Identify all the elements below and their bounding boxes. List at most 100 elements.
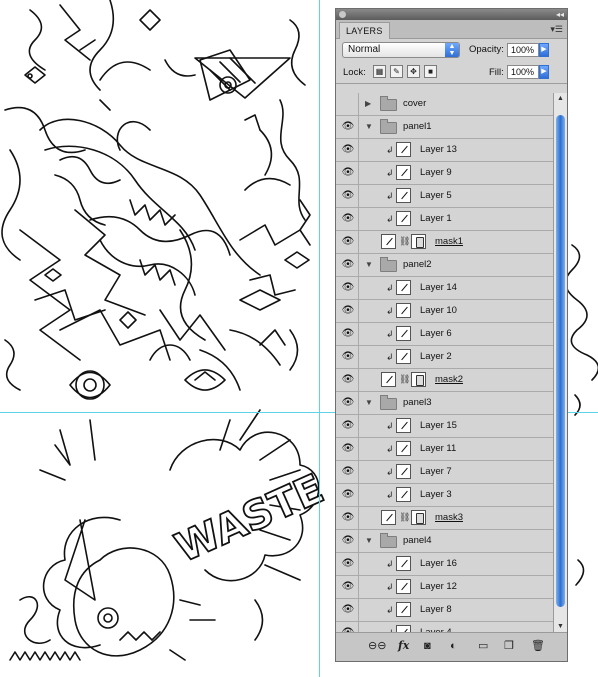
layer-thumbnail[interactable] [396, 280, 411, 295]
visibility-eye-icon[interactable]: 👁 [338, 162, 359, 184]
panel-menu-icon[interactable]: ▾☰ [550, 24, 563, 35]
visibility-eye-icon[interactable]: 👁 [338, 530, 359, 552]
lock-all-icon[interactable]: ■ [424, 65, 437, 78]
vector-mask-thumbnail[interactable] [411, 234, 426, 249]
layer-row[interactable]: 👁 ↲ Layer 2 [336, 346, 553, 369]
layer-thumbnail[interactable] [396, 556, 411, 571]
blend-mode-select[interactable]: Normal ▲ ▼ [342, 42, 460, 58]
layer-thumbnail[interactable] [396, 188, 411, 203]
visibility-eye-icon[interactable]: 👁 [338, 599, 359, 621]
link-layers-icon[interactable]: ⊖⊖ [368, 640, 386, 652]
new-group-icon[interactable]: ▭ [478, 640, 488, 652]
layer-row[interactable]: 👁 ↲ Layer 1 [336, 208, 553, 231]
layer-row[interactable]: 👁 ↲ Layer 16 [336, 553, 553, 576]
layer-thumbnail[interactable] [396, 211, 411, 226]
disclosure-open-icon[interactable]: ▼ [365, 260, 373, 269]
layer-row[interactable]: 👁 ↲ Layer 3 [336, 484, 553, 507]
visibility-eye-icon[interactable]: 👁 [338, 93, 359, 115]
layer-thumbnail[interactable] [396, 579, 411, 594]
disclosure-open-icon[interactable]: ▼ [365, 536, 373, 545]
opacity-field[interactable]: 100% [507, 43, 539, 57]
layer-row[interactable]: 👁 ↲ Layer 12 [336, 576, 553, 599]
layer-row[interactable]: 👁 ↲ Layer 8 [336, 599, 553, 622]
visibility-eye-icon[interactable]: 👁 [338, 484, 359, 506]
layer-thumbnail[interactable] [396, 349, 411, 364]
layer-row[interactable]: 👁 ↲ Layer 13 [336, 139, 553, 162]
visibility-eye-icon[interactable]: 👁 [338, 438, 359, 460]
fill-slider-button[interactable]: ▶ [539, 65, 549, 79]
visibility-eye-icon[interactable]: 👁 [338, 507, 359, 529]
layer-thumbnail[interactable] [396, 602, 411, 617]
tab-layers[interactable]: LAYERS [339, 22, 390, 39]
fill-field[interactable]: 100% [507, 65, 539, 79]
collapse-icon[interactable]: ◂◂ [556, 10, 564, 19]
layer-group-row[interactable]: 👁 ▼ panel2 [336, 254, 553, 277]
panel-titlebar[interactable]: ◂◂ [336, 9, 567, 20]
layer-group-row[interactable]: 👁 ▼ panel4 [336, 530, 553, 553]
visibility-eye-icon[interactable]: 👁 [338, 231, 359, 253]
layer-thumbnail[interactable] [381, 234, 396, 249]
layer-thumbnail[interactable] [396, 165, 411, 180]
layer-list-scrollbar[interactable]: ▲ ▼ [553, 93, 567, 633]
visibility-eye-icon[interactable]: 👁 [338, 116, 359, 138]
mask-link-icon[interactable]: ⛓ [399, 512, 410, 523]
trash-icon[interactable]: 🗑 [531, 640, 545, 652]
mask-link-icon[interactable]: ⛓ [399, 236, 410, 247]
layer-thumbnail[interactable] [396, 464, 411, 479]
adjustment-layer-icon[interactable]: ◐ [450, 640, 457, 652]
layer-row[interactable]: 👁 ↲ Layer 14 [336, 277, 553, 300]
visibility-eye-icon[interactable]: 👁 [338, 139, 359, 161]
visibility-eye-icon[interactable]: 👁 [338, 300, 359, 322]
layer-group-row[interactable]: 👁 ▶ cover [336, 93, 553, 116]
layer-thumbnail[interactable] [396, 487, 411, 502]
layer-thumbnail[interactable] [396, 441, 411, 456]
visibility-eye-icon[interactable]: 👁 [338, 185, 359, 207]
scrollbar-thumb[interactable] [556, 115, 565, 607]
mask-layer-row[interactable]: 👁 ⛓ mask1 [336, 231, 553, 254]
layer-group-row[interactable]: 👁 ▼ panel1 [336, 116, 553, 139]
layer-row[interactable]: 👁 ↲ Layer 5 [336, 185, 553, 208]
visibility-eye-icon[interactable]: 👁 [338, 461, 359, 483]
lock-position-icon[interactable]: ✥ [407, 65, 420, 78]
opacity-slider-button[interactable]: ▶ [539, 43, 549, 57]
layer-thumbnail[interactable] [396, 303, 411, 318]
visibility-eye-icon[interactable]: 👁 [338, 553, 359, 575]
visibility-eye-icon[interactable]: 👁 [338, 277, 359, 299]
visibility-eye-icon[interactable]: 👁 [338, 323, 359, 345]
disclosure-closed-icon[interactable]: ▶ [365, 99, 371, 108]
layer-thumbnail[interactable] [396, 418, 411, 433]
visibility-eye-icon[interactable]: 👁 [338, 369, 359, 391]
vector-mask-thumbnail[interactable] [411, 510, 426, 525]
mask-layer-row[interactable]: 👁 ⛓ mask3 [336, 507, 553, 530]
scroll-up-icon[interactable]: ▲ [554, 93, 567, 105]
lock-image-icon[interactable]: ✎ [390, 65, 403, 78]
mask-link-icon[interactable]: ⛓ [399, 374, 410, 385]
layer-row[interactable]: 👁 ↲ Layer 7 [336, 461, 553, 484]
layer-thumbnail[interactable] [396, 326, 411, 341]
lock-transparent-icon[interactable]: ▦ [373, 65, 386, 78]
vector-mask-thumbnail[interactable] [411, 372, 426, 387]
close-icon[interactable] [339, 11, 346, 18]
layer-group-row[interactable]: 👁 ▼ panel3 [336, 392, 553, 415]
layer-row[interactable]: 👁 ↲ Layer 11 [336, 438, 553, 461]
visibility-eye-icon[interactable]: 👁 [338, 415, 359, 437]
layer-row[interactable]: 👁 ↲ Layer 9 [336, 162, 553, 185]
layer-thumbnail[interactable] [381, 510, 396, 525]
layer-style-icon[interactable]: fx [398, 640, 409, 652]
layer-thumbnail[interactable] [381, 372, 396, 387]
add-mask-icon[interactable]: ◙ [424, 640, 431, 652]
clipping-arrow-icon: ↲ [386, 582, 394, 592]
layer-row[interactable]: 👁 ↲ Layer 10 [336, 300, 553, 323]
visibility-eye-icon[interactable]: 👁 [338, 254, 359, 276]
mask-layer-row[interactable]: 👁 ⛓ mask2 [336, 369, 553, 392]
disclosure-open-icon[interactable]: ▼ [365, 122, 373, 131]
visibility-eye-icon[interactable]: 👁 [338, 576, 359, 598]
visibility-eye-icon[interactable]: 👁 [338, 208, 359, 230]
layer-row[interactable]: 👁 ↲ Layer 6 [336, 323, 553, 346]
layer-thumbnail[interactable] [396, 142, 411, 157]
visibility-eye-icon[interactable]: 👁 [338, 392, 359, 414]
disclosure-open-icon[interactable]: ▼ [365, 398, 373, 407]
new-layer-icon[interactable]: ❐ [504, 640, 514, 652]
visibility-eye-icon[interactable]: 👁 [338, 346, 359, 368]
layer-row[interactable]: 👁 ↲ Layer 15 [336, 415, 553, 438]
